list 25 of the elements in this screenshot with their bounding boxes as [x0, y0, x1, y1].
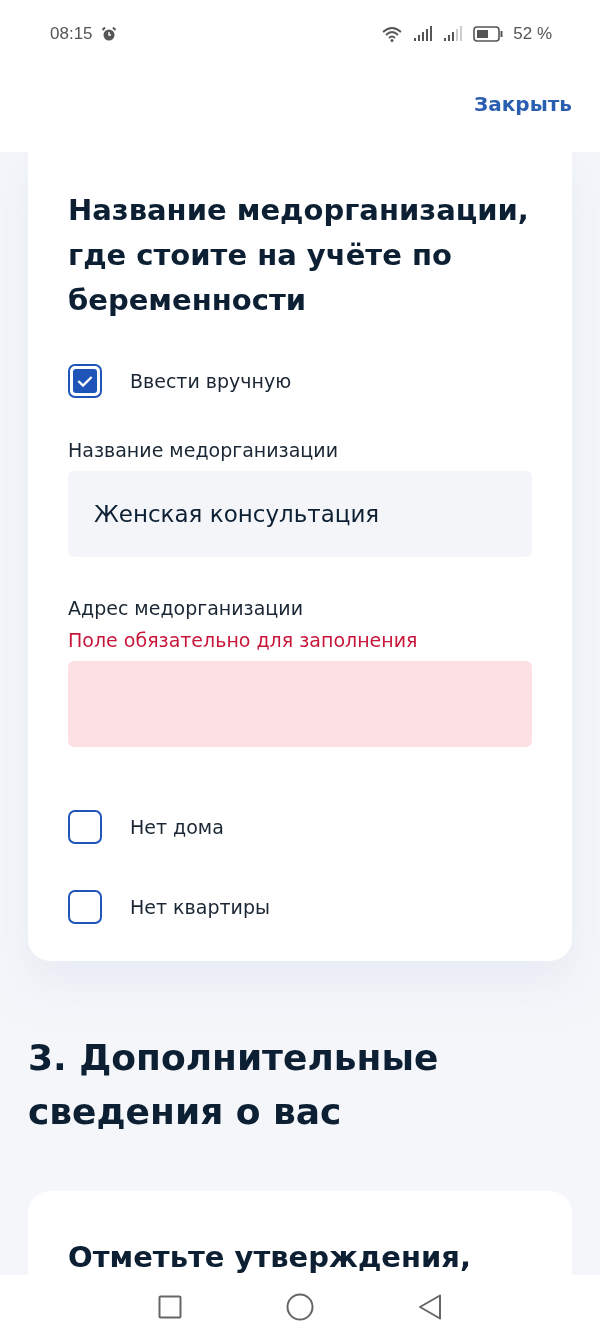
- error-message: Поле обязательно для заполнения: [68, 628, 419, 653]
- wifi-icon: [381, 26, 404, 42]
- checkbox[interactable]: [68, 810, 102, 844]
- checkbox[interactable]: [68, 890, 102, 924]
- signal-icon: [443, 26, 464, 42]
- card-title: Отметьте утверждения,: [68, 1239, 472, 1276]
- checkbox[interactable]: [68, 364, 102, 398]
- square-nav-icon[interactable]: [158, 1295, 182, 1319]
- alarm-icon: [100, 26, 117, 42]
- field-label: Адрес медорганизации: [68, 596, 304, 621]
- home-nav-icon[interactable]: [286, 1293, 314, 1321]
- input-field[interactable]: Женская консультация: [68, 471, 532, 557]
- back-nav-icon[interactable]: [418, 1294, 442, 1320]
- battery-icon: [473, 26, 504, 42]
- checkbox-label: Нет квартиры: [130, 896, 270, 918]
- field-label: Название медорганизации: [68, 438, 339, 463]
- battery-percent: 52 %: [513, 24, 552, 44]
- section-title: 3. Дополнительные сведения о вас: [28, 1036, 440, 1134]
- input-field[interactable]: [68, 661, 532, 747]
- status-time: 08:15: [50, 24, 93, 44]
- close-link[interactable]: Закрыть: [474, 92, 572, 116]
- checkbox-label: Ввести вручную: [130, 370, 292, 392]
- card-title: Название медорганизации, где стоите на учёте по беременности: [68, 192, 530, 319]
- signal-icon: [413, 26, 434, 42]
- checkbox-label: Нет дома: [130, 816, 224, 838]
